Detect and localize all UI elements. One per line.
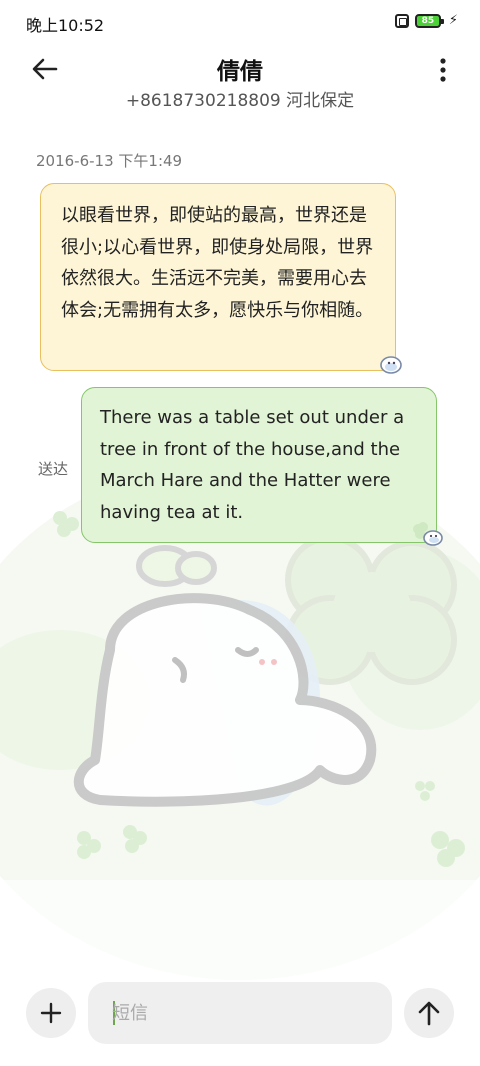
- delivery-status: 送达: [38, 460, 69, 478]
- status-bar: 晚上10:52 85 ⚡: [0, 0, 480, 44]
- sim-icon: [394, 13, 409, 28]
- arrow-up-icon: [418, 1001, 440, 1026]
- bolt-icon: ⚡: [448, 13, 458, 28]
- incoming-message-bubble[interactable]: 以眼看世界，即使站的最高，世界还是很小;以心看世界，即使身处局限，世界依然很大。…: [40, 183, 396, 371]
- add-attachment-button[interactable]: [26, 988, 76, 1038]
- battery-level: 85: [421, 15, 435, 26]
- more-options-button[interactable]: [436, 56, 450, 84]
- plus-icon: [40, 1002, 62, 1024]
- more-vertical-icon: [440, 58, 446, 82]
- battery-icon: 85: [414, 13, 444, 28]
- send-button[interactable]: [404, 988, 454, 1038]
- message-input[interactable]: [112, 982, 382, 1044]
- contact-phone-location: +8618730218809 河北保定: [125, 91, 355, 111]
- status-icons: 85 ⚡: [394, 13, 458, 28]
- contact-name: 倩倩: [217, 59, 263, 85]
- sticker-clover-icon: [413, 522, 443, 546]
- outgoing-message-bubble[interactable]: There was a table set out under a tree i…: [81, 387, 437, 543]
- message-timestamp: 2016-6-13 下午1:49: [36, 152, 183, 170]
- status-time: 晚上10:52: [26, 16, 105, 35]
- sticker-icon: [380, 356, 402, 374]
- message-input-container[interactable]: [88, 982, 392, 1044]
